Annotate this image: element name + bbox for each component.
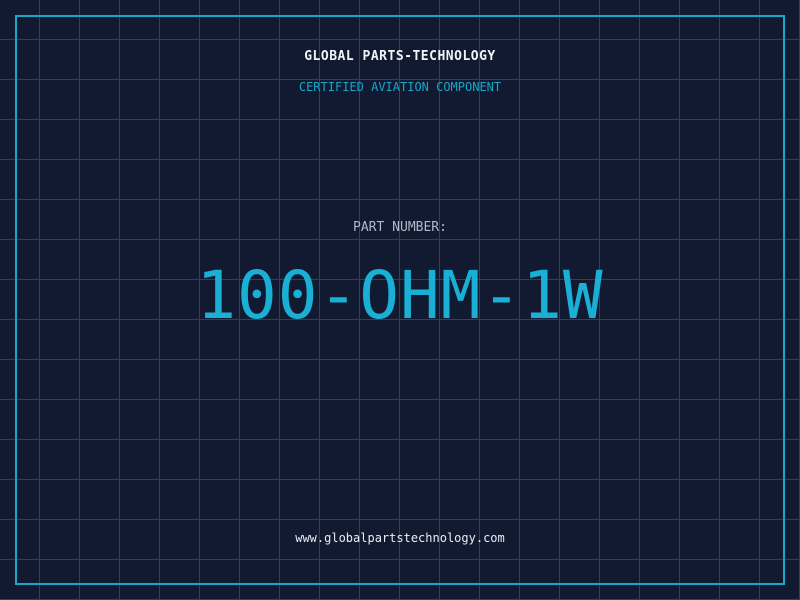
company-name: GLOBAL PARTS-TECHNOLOGY	[304, 49, 496, 64]
website-url: www.globalpartstechnology.com	[295, 531, 505, 545]
part-number-value: 100-OHM-1W	[196, 257, 604, 334]
part-number-label: PART NUMBER:	[353, 220, 447, 235]
certification-subtitle: CERTIFIED AVIATION COMPONENT	[298, 80, 502, 94]
